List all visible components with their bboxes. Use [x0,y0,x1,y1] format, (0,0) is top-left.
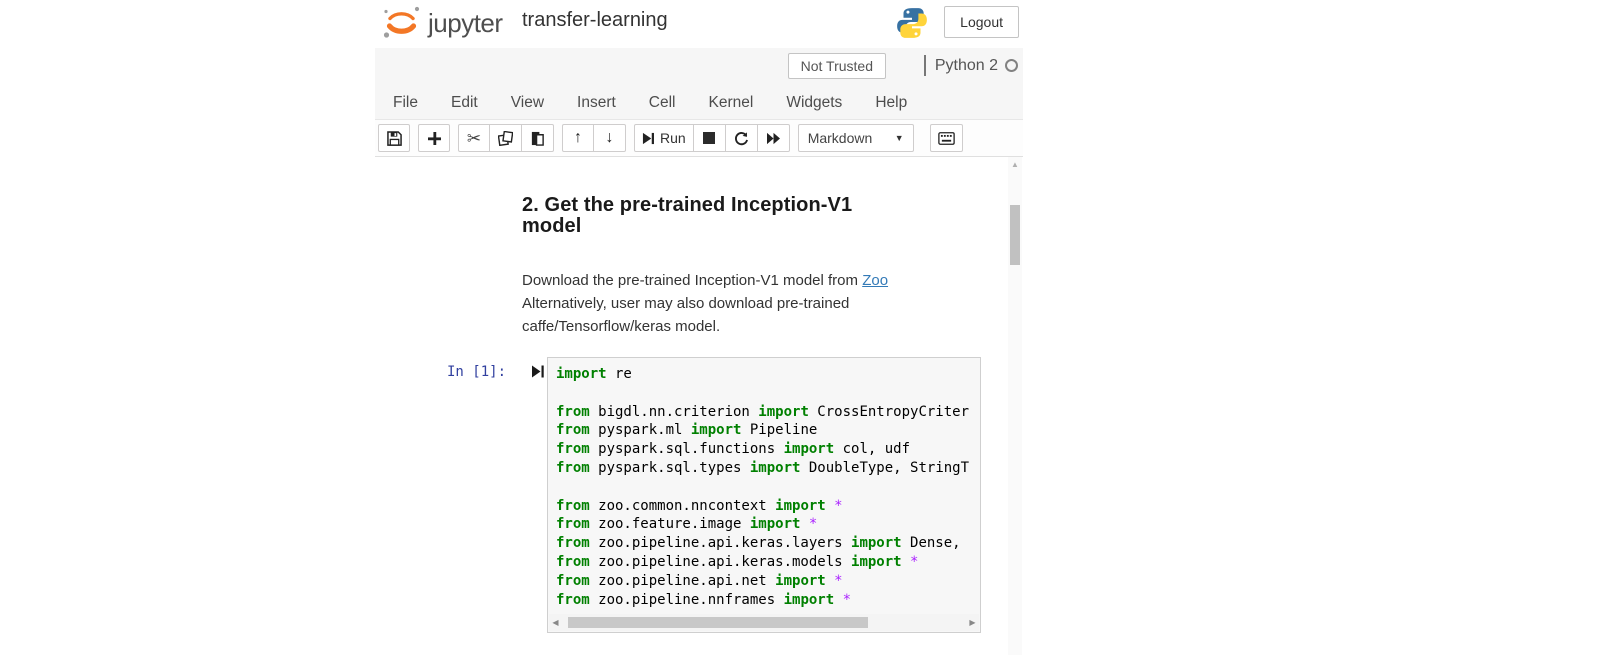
run-cell-button[interactable]: Run [634,124,694,152]
markdown-heading: 2. Get the pre-trained Inception-V1 mode… [522,195,916,237]
code-line: from zoo.pipeline.api.net import * [556,572,980,591]
step-forward-icon [642,132,655,145]
move-cell-up-button[interactable]: ↑ [562,124,594,152]
cell-type-value: Markdown [808,130,873,146]
save-button[interactable] [378,124,410,152]
keyboard-icon [938,132,955,145]
chevron-down-icon: ▼ [895,133,904,143]
menubar: File Edit View Insert Cell Kernel Widgets Help [393,86,907,120]
python-logo-icon [895,6,929,45]
menu-item-insert[interactable]: Insert [577,94,616,112]
menu-item-edit[interactable]: Edit [451,94,478,112]
menu-item-view[interactable]: View [511,94,544,112]
h-scroll-thumb[interactable] [568,617,868,628]
markdown-paragraph: Download the pre-trained Inception-V1 mo… [522,269,916,338]
kernel-name: Python 2 [935,57,998,75]
copy-button[interactable] [490,124,522,152]
code-line: from pyspark.ml import Pipeline [556,421,980,440]
kernel-separator [924,55,926,76]
notebook-vertical-scrollbar[interactable]: ▲ [1008,157,1022,655]
code-horizontal-scrollbar[interactable]: ◀ ▶ [549,614,979,631]
plus-icon [428,132,441,145]
menu-item-widgets[interactable]: Widgets [786,94,842,112]
copy-icon [498,131,513,146]
code-line: from bigdl.nn.criterion import CrossEntr… [556,403,980,422]
menubar-container: Not Trusted Python 2 File Edit View Insert C… [375,48,1023,120]
add-cell-button[interactable] [418,124,450,152]
code-line: from zoo.pipeline.api.keras.models impor… [556,553,980,572]
cell-type-dropdown[interactable]: Markdown ▼ [798,124,914,152]
save-icon [387,131,402,146]
restart-icon [734,131,749,146]
code-line: from zoo.common.nncontext import * [556,497,980,516]
header: jupyter transfer-learning Logout [375,0,1023,48]
notebook-content-area: 2. Get the pre-trained Inception-V1 mode… [375,157,1023,655]
move-cell-down-button[interactable]: ↓ [594,124,626,152]
logout-button[interactable]: Logout [944,6,1019,38]
jupyter-logo[interactable]: jupyter [378,4,503,42]
v-scroll-thumb[interactable] [1010,205,1020,265]
notebook-title[interactable]: transfer-learning [522,9,668,32]
jupyter-logo-icon [378,4,424,42]
code-line: import re [556,365,980,384]
trust-indicator-button[interactable]: Not Trusted [788,53,886,79]
paragraph-text-after-link: Alternatively, user may also download pr… [522,295,849,335]
stop-icon [703,132,715,144]
code-line: from zoo.pipeline.api.keras.layers impor… [556,534,980,553]
code-line: from pyspark.sql.types import DoubleType… [556,459,980,478]
arrow-up-icon: ↑ [574,130,582,146]
menu-item-kernel[interactable]: Kernel [709,94,754,112]
scroll-up-icon[interactable]: ▲ [1008,160,1022,169]
paste-icon [530,131,545,146]
paste-button[interactable] [522,124,554,152]
code-line: from pyspark.sql.functions import col, u… [556,440,980,459]
scroll-right-icon[interactable]: ▶ [966,618,979,627]
interrupt-kernel-button[interactable] [694,124,726,152]
input-prompt: In [1]: [447,364,506,380]
command-palette-button[interactable] [930,124,963,152]
menu-item-file[interactable]: File [393,94,418,112]
toolbar: ✂ ↑ ↓ [375,120,1023,157]
restart-kernel-button[interactable] [726,124,758,152]
jupyter-app: jupyter transfer-learning Logout Not Tru… [375,0,1023,656]
markdown-cell[interactable]: 2. Get the pre-trained Inception-V1 mode… [522,195,916,338]
code-lines: import re from bigdl.nn.criterion import… [548,358,980,609]
kernel-indicator-area: Python 2 [924,55,1018,76]
cell-run-icon[interactable] [531,364,545,384]
scroll-left-icon[interactable]: ◀ [549,618,562,627]
code-line [556,384,980,403]
cut-button[interactable]: ✂ [458,124,490,152]
scissors-icon: ✂ [467,130,481,147]
code-cell-editor[interactable]: import re from bigdl.nn.criterion import… [547,357,981,633]
fast-forward-icon [766,132,781,145]
run-button-label: Run [660,130,686,146]
zoo-link[interactable]: Zoo [862,272,888,289]
status-row: Not Trusted Python 2 [375,48,1023,86]
menu-item-cell[interactable]: Cell [649,94,676,112]
paragraph-text-before-link: Download the pre-trained Inception-V1 mo… [522,272,862,289]
run-all-button[interactable] [758,124,790,152]
code-line: from zoo.pipeline.nnframes import * [556,591,980,610]
menu-item-help[interactable]: Help [875,94,907,112]
h-scroll-track[interactable] [562,614,966,631]
code-line: from zoo.feature.image import * [556,515,980,534]
code-line [556,478,980,497]
kernel-idle-icon [1005,59,1018,72]
jupyter-wordmark: jupyter [428,8,503,39]
arrow-down-icon: ↓ [606,130,614,146]
